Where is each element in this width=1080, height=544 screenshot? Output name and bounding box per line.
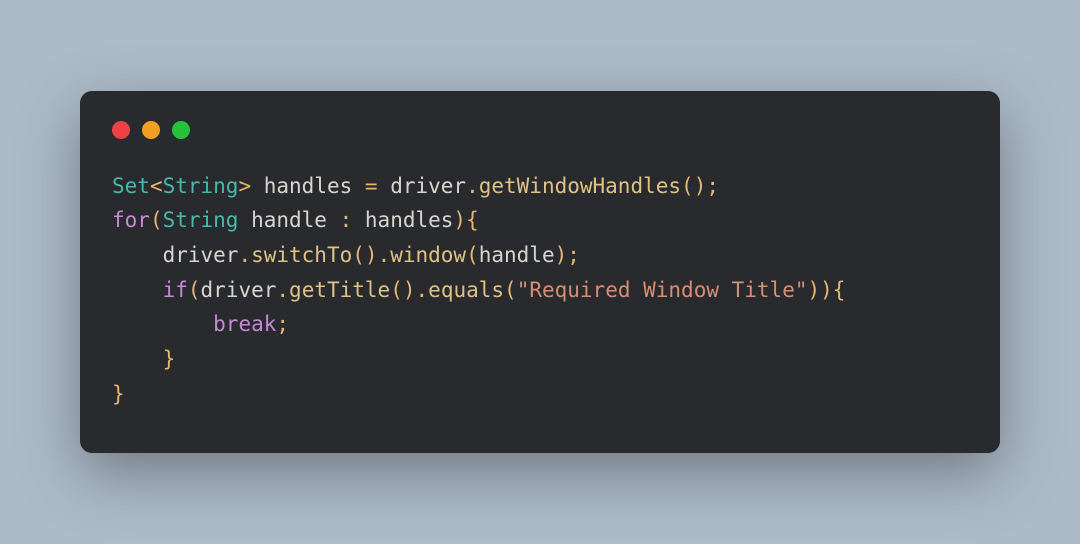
punct-token: > (238, 174, 251, 198)
ident-token: handle (479, 243, 555, 267)
punct-token: ( (150, 208, 163, 232)
punct-token: ) (555, 243, 568, 267)
ident-token: handles (352, 208, 453, 232)
punct-token: ; (567, 243, 580, 267)
code-line: } (112, 382, 125, 406)
code-line: if(driver.getTitle().equals("Required Wi… (112, 278, 845, 302)
func-token: getWindowHandles (479, 174, 681, 198)
ident-token: handle (238, 208, 339, 232)
maximize-icon[interactable] (172, 121, 190, 139)
code-line: } (112, 347, 175, 371)
close-icon[interactable] (112, 121, 130, 139)
code-block: Set<String> handles = driver.getWindowHa… (112, 169, 968, 411)
indent (112, 278, 163, 302)
type-token: String (163, 174, 239, 198)
keyword-token: break (213, 312, 276, 336)
punct-token: : (340, 208, 353, 232)
punct-token: = (365, 174, 378, 198)
punct-token: ( (188, 278, 201, 302)
punct-token: ) (694, 174, 707, 198)
keyword-token: if (163, 278, 188, 302)
punct-token: . (416, 278, 429, 302)
punct-token: { (466, 208, 479, 232)
code-line: break; (112, 312, 289, 336)
punct-token: ) (453, 208, 466, 232)
ident-token: handles (251, 174, 365, 198)
code-window: Set<String> handles = driver.getWindowHa… (80, 91, 1000, 453)
ident-token: driver (163, 243, 239, 267)
indent (112, 347, 163, 371)
punct-token: ( (681, 174, 694, 198)
punct-token: ( (390, 278, 403, 302)
code-line: driver.switchTo().window(handle); (112, 243, 580, 267)
traffic-lights (112, 121, 968, 139)
punct-token: ) (807, 278, 820, 302)
func-token: equals (428, 278, 504, 302)
punct-token: } (163, 347, 176, 371)
ident-token: driver (201, 278, 277, 302)
punct-token: . (276, 278, 289, 302)
punct-token: ( (504, 278, 517, 302)
punct-token: ( (466, 243, 479, 267)
punct-token: ) (365, 243, 378, 267)
punct-token: ; (706, 174, 719, 198)
type-token: Set (112, 174, 150, 198)
punct-token: } (112, 382, 125, 406)
punct-token: ) (403, 278, 416, 302)
func-token: getTitle (289, 278, 390, 302)
func-token: switchTo (251, 243, 352, 267)
indent (112, 312, 213, 336)
punct-token: . (238, 243, 251, 267)
string-token: "Required Window Title" (517, 278, 808, 302)
punct-token: ( (352, 243, 365, 267)
indent (112, 243, 163, 267)
punct-token: . (378, 243, 391, 267)
type-token: String (163, 208, 239, 232)
ident-token: driver (378, 174, 467, 198)
code-line: Set<String> handles = driver.getWindowHa… (112, 174, 719, 198)
func-token: window (390, 243, 466, 267)
keyword-token: for (112, 208, 150, 232)
punct-token: . (466, 174, 479, 198)
punct-token: ; (276, 312, 289, 336)
minimize-icon[interactable] (142, 121, 160, 139)
punct-token: < (150, 174, 163, 198)
code-line: for(String handle : handles){ (112, 208, 479, 232)
punct-token: ) (820, 278, 833, 302)
punct-token: { (833, 278, 846, 302)
